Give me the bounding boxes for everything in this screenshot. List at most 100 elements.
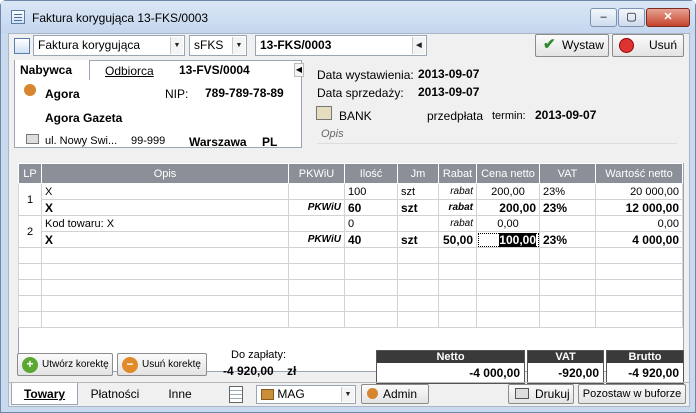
cell-value[interactable]: 0,00 xyxy=(595,215,683,232)
warehouse-select[interactable]: MAG ▼ xyxy=(256,385,356,404)
cell-pkwiu[interactable]: PKWiU xyxy=(288,199,345,216)
delete-correction-button[interactable]: − Usuń korektę xyxy=(117,353,207,376)
empty-cell xyxy=(344,247,398,264)
selected-cell-value[interactable]: 100,00 xyxy=(499,232,536,247)
cell-qty[interactable]: 60 xyxy=(344,199,398,216)
cell-lp[interactable]: 2 xyxy=(18,215,42,248)
create-correction-button[interactable]: + Utwórz korektę xyxy=(17,353,113,376)
window: Faktura korygująca 13-FKS/0003 – ▢ ✕ Fak… xyxy=(0,0,696,413)
sale-date[interactable]: 2013-09-07 xyxy=(418,85,479,99)
empty-cell xyxy=(397,311,439,328)
cell-rabat[interactable]: 50,00 xyxy=(438,231,477,248)
cell-value[interactable]: 4 000,00 xyxy=(595,231,683,248)
items-table: LP Opis PKWiU Ilość Jm Rabat Cena netto … xyxy=(18,163,683,328)
tab-odbiorca[interactable]: Odbiorca xyxy=(105,64,154,78)
cell-jm[interactable]: szt xyxy=(397,199,439,216)
tab-towary[interactable]: Towary xyxy=(11,383,78,405)
warehouse-icon xyxy=(261,389,274,401)
empty-cell xyxy=(397,295,439,312)
empty-cell xyxy=(288,279,345,296)
empty-cell xyxy=(476,263,540,280)
empty-cell xyxy=(476,311,540,328)
cell-qty[interactable]: 0 xyxy=(344,215,398,232)
cell-desc[interactable]: X xyxy=(41,199,289,216)
minimize-button[interactable]: – xyxy=(590,8,617,27)
maximize-button[interactable]: ▢ xyxy=(618,8,645,27)
payment-method[interactable]: BANK xyxy=(339,109,372,123)
cell-vat[interactable]: 23% xyxy=(539,183,596,200)
empty-row xyxy=(18,279,683,296)
empty-cell xyxy=(438,295,477,312)
close-button[interactable]: ✕ xyxy=(646,8,690,27)
empty-cell xyxy=(539,263,596,280)
empty-cell xyxy=(288,263,345,280)
empty-cell xyxy=(539,279,596,296)
print-button[interactable]: Drukuj xyxy=(508,384,574,404)
document-icon xyxy=(11,10,25,24)
cell-vat[interactable]: 23% xyxy=(539,199,596,216)
tab-inne[interactable]: Inne xyxy=(155,383,205,405)
cell-rabat[interactable]: rabat xyxy=(438,199,477,216)
col-rabat[interactable]: Rabat xyxy=(438,163,477,184)
cell-value[interactable]: 12 000,00 xyxy=(595,199,683,216)
doc-type-select[interactable]: Faktura korygująca ▼ xyxy=(33,35,185,56)
empty-row xyxy=(18,311,683,328)
payment-term[interactable]: 2013-09-07 xyxy=(535,108,596,122)
chevron-left-icon[interactable]: ◀ xyxy=(294,63,304,77)
cell-pkwiu[interactable] xyxy=(288,215,345,232)
col-jm[interactable]: Jm xyxy=(397,163,439,184)
tab-nabywca[interactable]: Nabywca xyxy=(15,60,90,80)
cell-vat[interactable] xyxy=(539,215,596,232)
cell-rabat[interactable]: rabat xyxy=(438,215,477,232)
issue-date[interactable]: 2013-09-07 xyxy=(418,67,479,81)
leave-in-buffer-button[interactable]: Pozostaw w buforze xyxy=(578,384,686,404)
tab-platnosci[interactable]: Płatności xyxy=(82,383,148,405)
cell-price[interactable]: 200,00 xyxy=(476,183,540,200)
table-row[interactable]: 2 Kod towaru: X 0 rabat 0,00 0,00 xyxy=(18,215,683,248)
cell-price[interactable]: 200,00 xyxy=(476,199,540,216)
cell-desc[interactable]: X xyxy=(41,183,289,200)
person-icon xyxy=(367,388,378,399)
cell-jm[interactable] xyxy=(397,215,439,232)
col-pkwiu[interactable]: PKWiU xyxy=(288,163,345,184)
cell-desc[interactable]: X xyxy=(41,231,289,248)
checkmark-icon: ✔ xyxy=(543,36,556,53)
cell-desc[interactable]: Kod towaru: X xyxy=(41,215,289,232)
col-lp[interactable]: LP xyxy=(18,163,42,184)
cell-value[interactable]: 20 000,00 xyxy=(595,183,683,200)
vat-total: VAT -920,00 xyxy=(527,350,604,384)
user-button[interactable]: Admin xyxy=(361,384,429,404)
cell-lp[interactable]: 1 xyxy=(18,183,42,216)
description-field[interactable]: Opis xyxy=(317,126,677,144)
col-cena[interactable]: Cena netto xyxy=(476,163,540,184)
empty-cell xyxy=(595,247,683,264)
issue-button[interactable]: ✔ Wystaw xyxy=(535,34,609,57)
cell-jm[interactable]: szt xyxy=(397,231,439,248)
cell-price[interactable]: 0,00 xyxy=(476,215,540,232)
table-row[interactable]: 1 X 100 szt rabat 200,00 23% 20 000,00 xyxy=(18,183,683,216)
payment-type[interactable]: przedpłata xyxy=(427,109,483,123)
cell-qty[interactable]: 100 xyxy=(344,183,398,200)
cell-vat[interactable]: 23% xyxy=(539,231,596,248)
empty-cell xyxy=(344,295,398,312)
series-select[interactable]: sFKS ▼ xyxy=(189,35,247,56)
col-wartosc[interactable]: Wartość netto xyxy=(595,163,683,184)
table-row[interactable]: X PKWiU 60 szt rabat 200,00 23% 12 000,00 xyxy=(19,199,683,216)
cell-qty[interactable]: 40 xyxy=(344,231,398,248)
delete-button[interactable]: Usuń xyxy=(612,34,684,57)
calculator-icon[interactable] xyxy=(229,386,243,403)
empty-cell xyxy=(438,247,477,264)
col-vat[interactable]: VAT xyxy=(539,163,596,184)
cell-pkwiu[interactable]: PKWiU xyxy=(288,231,345,248)
cell-price[interactable]: 100,00 xyxy=(476,231,540,248)
col-ilosc[interactable]: Ilość xyxy=(344,163,398,184)
doc-number-field[interactable]: 13-FKS/0003 ◀ xyxy=(255,35,427,56)
cell-jm[interactable]: szt xyxy=(397,183,439,200)
person-icon xyxy=(24,84,36,96)
empty-cell xyxy=(344,311,398,328)
cell-pkwiu[interactable] xyxy=(288,183,345,200)
col-opis[interactable]: Opis xyxy=(41,163,289,184)
cell-rabat[interactable]: rabat xyxy=(438,183,477,200)
plus-icon: + xyxy=(22,357,38,373)
table-row[interactable]: X PKWiU 40 szt 50,00 100,00 23% 4 000,00 xyxy=(19,231,683,248)
